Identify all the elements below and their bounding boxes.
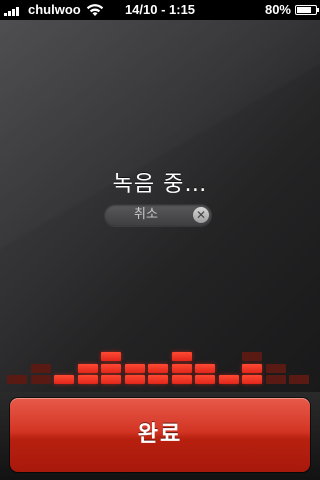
level-meter-cell: [218, 375, 239, 384]
level-meter-cell: [195, 375, 215, 384]
level-meter-cell: [289, 375, 309, 384]
level-meter-cell: [148, 363, 168, 373]
status-bar: chulwoo 14/10 - 1:15 80%: [0, 0, 320, 20]
level-meter-cell: [77, 363, 98, 373]
level-meter-cell: [101, 363, 121, 373]
recording-screen: chulwoo 14/10 - 1:15 80% 녹음 중… 취소 ✕ 완료: [0, 0, 320, 480]
cancel-button[interactable]: 취소 ✕: [104, 204, 212, 226]
level-meter-cell: [77, 375, 98, 384]
close-icon[interactable]: ✕: [193, 207, 209, 223]
level-meter-cell: [124, 363, 145, 373]
battery-icon: [295, 5, 319, 15]
recording-status-title: 녹음 중…: [112, 172, 208, 197]
level-meter-cell: [54, 375, 74, 384]
level-meter-cell: [7, 375, 27, 384]
level-meter-cell: [195, 363, 215, 373]
level-meter-cell: [30, 375, 51, 384]
done-button[interactable]: 완료: [10, 398, 310, 472]
cancel-label: 취소: [134, 207, 158, 222]
level-meter-cell: [30, 363, 51, 373]
level-meter-cell: [265, 375, 286, 384]
level-meter-cell: [148, 375, 168, 384]
level-meter-cell: [124, 375, 145, 384]
level-meter-cell: [171, 363, 192, 373]
level-meter-cell: [265, 363, 286, 373]
level-meter-cell: [242, 352, 262, 361]
audio-level-meter: [0, 340, 320, 390]
level-meter-cell: [101, 375, 121, 384]
level-meter-cell: [242, 363, 262, 373]
battery-percentage: 80%: [264, 2, 291, 17]
level-meter-cell: [101, 352, 121, 361]
level-meter-cell: [171, 375, 192, 384]
battery-fill: [297, 7, 311, 13]
level-meter-cell: [171, 352, 192, 361]
level-meter-cell: [242, 375, 262, 384]
